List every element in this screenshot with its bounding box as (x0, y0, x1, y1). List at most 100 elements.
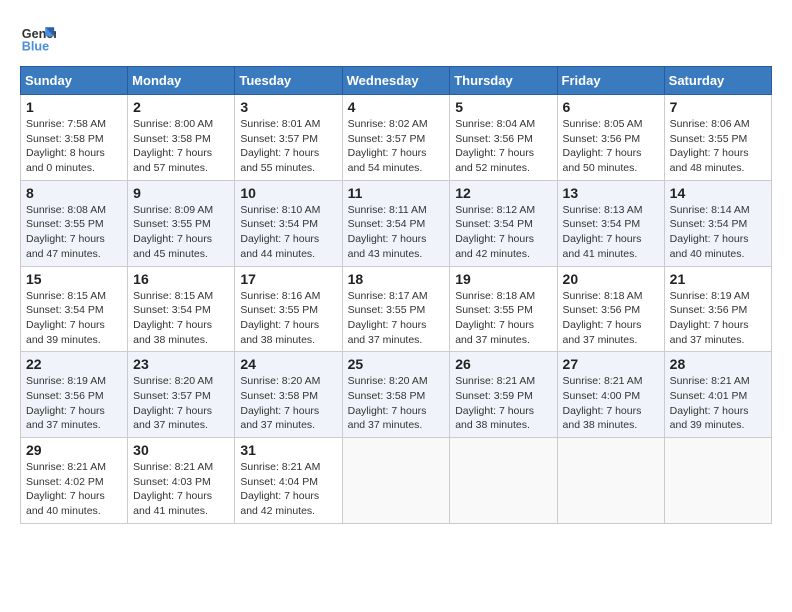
day-info: Sunrise: 8:10 AM Sunset: 3:54 PM Dayligh… (240, 203, 336, 262)
calendar-cell: 4 Sunrise: 8:02 AM Sunset: 3:57 PM Daylig… (342, 95, 450, 181)
day-info: Sunrise: 8:19 AM Sunset: 3:56 PM Dayligh… (670, 289, 766, 348)
day-number: 20 (563, 271, 659, 287)
calendar-day-header: Thursday (450, 67, 557, 95)
calendar-cell: 7 Sunrise: 8:06 AM Sunset: 3:55 PM Daylig… (664, 95, 771, 181)
calendar-week-row: 1 Sunrise: 7:58 AM Sunset: 3:58 PM Daylig… (21, 95, 772, 181)
calendar-cell: 14 Sunrise: 8:14 AM Sunset: 3:54 PM Dayli… (664, 180, 771, 266)
calendar-day-header: Saturday (664, 67, 771, 95)
day-number: 8 (26, 185, 122, 201)
day-number: 21 (670, 271, 766, 287)
page-header: General Blue (20, 20, 772, 56)
day-info: Sunrise: 8:09 AM Sunset: 3:55 PM Dayligh… (133, 203, 229, 262)
calendar-cell (450, 438, 557, 524)
calendar-cell: 5Sunrise: 8:04 AM Sunset: 3:56 PM Daylig… (450, 95, 557, 181)
calendar-cell: 20 Sunrise: 8:18 AM Sunset: 3:56 PM Dayli… (557, 266, 664, 352)
day-info: Sunrise: 8:14 AM Sunset: 3:54 PM Dayligh… (670, 203, 766, 262)
day-info: Sunrise: 8:20 AM Sunset: 3:58 PM Dayligh… (240, 374, 336, 433)
day-info: Sunrise: 8:01 AM Sunset: 3:57 PM Dayligh… (240, 117, 336, 176)
day-number: 11 (348, 185, 445, 201)
day-info: Sunrise: 8:21 AM Sunset: 4:03 PM Dayligh… (133, 460, 229, 519)
day-info: Sunrise: 8:00 AM Sunset: 3:58 PM Dayligh… (133, 117, 229, 176)
day-number: 9 (133, 185, 229, 201)
day-info: Sunrise: 8:16 AM Sunset: 3:55 PM Dayligh… (240, 289, 336, 348)
calendar-cell: 29Sunrise: 8:21 AM Sunset: 4:02 PM Dayli… (21, 438, 128, 524)
calendar-cell (342, 438, 450, 524)
day-info: Sunrise: 8:20 AM Sunset: 3:58 PM Dayligh… (348, 374, 445, 433)
day-number: 14 (670, 185, 766, 201)
day-info: Sunrise: 8:21 AM Sunset: 3:59 PM Dayligh… (455, 374, 551, 433)
day-number: 31 (240, 442, 336, 458)
day-info: Sunrise: 8:05 AM Sunset: 3:56 PM Dayligh… (563, 117, 659, 176)
day-number: 18 (348, 271, 445, 287)
calendar-day-header: Friday (557, 67, 664, 95)
day-info: Sunrise: 8:02 AM Sunset: 3:57 PM Dayligh… (348, 117, 445, 176)
day-number: 16 (133, 271, 229, 287)
calendar-cell: 30 Sunrise: 8:21 AM Sunset: 4:03 PM Dayli… (128, 438, 235, 524)
day-info: Sunrise: 8:21 AM Sunset: 4:01 PM Dayligh… (670, 374, 766, 433)
day-info: Sunrise: 8:12 AM Sunset: 3:54 PM Dayligh… (455, 203, 551, 262)
day-number: 23 (133, 356, 229, 372)
day-info: Sunrise: 8:15 AM Sunset: 3:54 PM Dayligh… (26, 289, 122, 348)
day-number: 28 (670, 356, 766, 372)
calendar-week-row: 29Sunrise: 8:21 AM Sunset: 4:02 PM Dayli… (21, 438, 772, 524)
day-info: Sunrise: 8:08 AM Sunset: 3:55 PM Dayligh… (26, 203, 122, 262)
logo: General Blue (20, 20, 60, 56)
day-number: 3 (240, 99, 336, 115)
day-number: 26 (455, 356, 551, 372)
calendar-cell: 12 Sunrise: 8:12 AM Sunset: 3:54 PM Dayli… (450, 180, 557, 266)
calendar-cell: 17 Sunrise: 8:16 AM Sunset: 3:55 PM Dayli… (235, 266, 342, 352)
calendar-table: SundayMondayTuesdayWednesdayThursdayFrid… (20, 66, 772, 524)
day-number: 6 (563, 99, 659, 115)
calendar-body: 1 Sunrise: 7:58 AM Sunset: 3:58 PM Daylig… (21, 95, 772, 524)
day-info: Sunrise: 7:58 AM Sunset: 3:58 PM Dayligh… (26, 117, 122, 176)
calendar-cell: 22Sunrise: 8:19 AM Sunset: 3:56 PM Dayli… (21, 352, 128, 438)
calendar-header-row: SundayMondayTuesdayWednesdayThursdayFrid… (21, 67, 772, 95)
calendar-cell: 9 Sunrise: 8:09 AM Sunset: 3:55 PM Daylig… (128, 180, 235, 266)
day-info: Sunrise: 8:13 AM Sunset: 3:54 PM Dayligh… (563, 203, 659, 262)
logo-icon: General Blue (20, 20, 56, 56)
day-number: 2 (133, 99, 229, 115)
day-number: 17 (240, 271, 336, 287)
day-number: 15 (26, 271, 122, 287)
calendar-cell: 28 Sunrise: 8:21 AM Sunset: 4:01 PM Dayli… (664, 352, 771, 438)
calendar-cell: 19 Sunrise: 8:18 AM Sunset: 3:55 PM Dayli… (450, 266, 557, 352)
day-number: 24 (240, 356, 336, 372)
day-number: 30 (133, 442, 229, 458)
calendar-cell: 3 Sunrise: 8:01 AM Sunset: 3:57 PM Daylig… (235, 95, 342, 181)
calendar-cell: 15 Sunrise: 8:15 AM Sunset: 3:54 PM Dayli… (21, 266, 128, 352)
day-number: 10 (240, 185, 336, 201)
day-info: Sunrise: 8:21 AM Sunset: 4:04 PM Dayligh… (240, 460, 336, 519)
day-info: Sunrise: 8:21 AM Sunset: 4:00 PM Dayligh… (563, 374, 659, 433)
day-info: Sunrise: 8:18 AM Sunset: 3:56 PM Dayligh… (563, 289, 659, 348)
day-info: Sunrise: 8:11 AM Sunset: 3:54 PM Dayligh… (348, 203, 445, 262)
day-info: Sunrise: 8:06 AM Sunset: 3:55 PM Dayligh… (670, 117, 766, 176)
calendar-cell: 27Sunrise: 8:21 AM Sunset: 4:00 PM Dayli… (557, 352, 664, 438)
day-number: 25 (348, 356, 445, 372)
day-number: 4 (348, 99, 445, 115)
calendar-cell: 8 Sunrise: 8:08 AM Sunset: 3:55 PM Daylig… (21, 180, 128, 266)
calendar-week-row: 8 Sunrise: 8:08 AM Sunset: 3:55 PM Daylig… (21, 180, 772, 266)
calendar-week-row: 15 Sunrise: 8:15 AM Sunset: 3:54 PM Dayli… (21, 266, 772, 352)
day-number: 12 (455, 185, 551, 201)
day-info: Sunrise: 8:15 AM Sunset: 3:54 PM Dayligh… (133, 289, 229, 348)
day-number: 1 (26, 99, 122, 115)
calendar-cell: 25 Sunrise: 8:20 AM Sunset: 3:58 PM Dayli… (342, 352, 450, 438)
calendar-day-header: Tuesday (235, 67, 342, 95)
day-number: 19 (455, 271, 551, 287)
day-number: 13 (563, 185, 659, 201)
calendar-day-header: Monday (128, 67, 235, 95)
calendar-cell: 23Sunrise: 8:20 AM Sunset: 3:57 PM Dayli… (128, 352, 235, 438)
calendar-cell: 21 Sunrise: 8:19 AM Sunset: 3:56 PM Dayli… (664, 266, 771, 352)
calendar-cell: 1 Sunrise: 7:58 AM Sunset: 3:58 PM Daylig… (21, 95, 128, 181)
svg-text:Blue: Blue (22, 40, 49, 54)
calendar-cell: 24 Sunrise: 8:20 AM Sunset: 3:58 PM Dayli… (235, 352, 342, 438)
day-info: Sunrise: 8:18 AM Sunset: 3:55 PM Dayligh… (455, 289, 551, 348)
day-number: 29 (26, 442, 122, 458)
calendar-cell: 10 Sunrise: 8:10 AM Sunset: 3:54 PM Dayli… (235, 180, 342, 266)
day-info: Sunrise: 8:04 AM Sunset: 3:56 PM Dayligh… (455, 117, 551, 176)
calendar-cell: 6 Sunrise: 8:05 AM Sunset: 3:56 PM Daylig… (557, 95, 664, 181)
calendar-day-header: Wednesday (342, 67, 450, 95)
day-number: 7 (670, 99, 766, 115)
day-info: Sunrise: 8:17 AM Sunset: 3:55 PM Dayligh… (348, 289, 445, 348)
calendar-cell: 16 Sunrise: 8:15 AM Sunset: 3:54 PM Dayli… (128, 266, 235, 352)
